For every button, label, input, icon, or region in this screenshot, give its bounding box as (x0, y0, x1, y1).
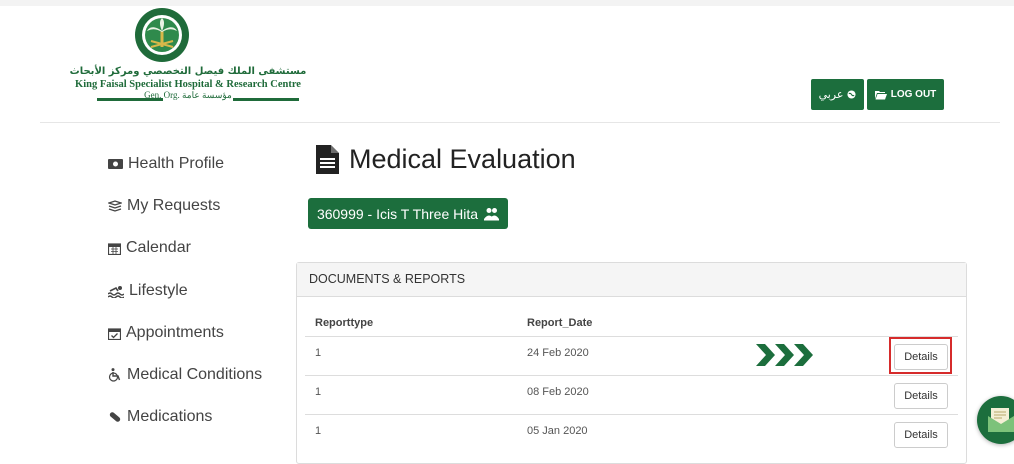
page-title: Medical Evaluation (316, 144, 576, 175)
sidebar-item-medications[interactable]: Medications (108, 403, 212, 431)
logo-english-text: King Faisal Specialist Hospital & Resear… (75, 79, 301, 90)
details-button[interactable]: Details (894, 383, 948, 409)
table-row: 1 08 Feb 2020 Details (305, 375, 958, 414)
sidebar-item-label: Lifestyle (129, 282, 188, 299)
cell-reporttype: 1 (315, 425, 322, 437)
column-header-report-date: Report_Date (527, 317, 593, 329)
hospital-logo-icon (135, 8, 189, 62)
chat-widget-button[interactable] (977, 396, 1014, 444)
sidebar-item-label: Medications (127, 408, 213, 425)
calendar-icon (108, 242, 121, 255)
logo-gen-text: Gen. Org. مؤسسة عامة (144, 90, 232, 100)
swimmer-icon (108, 285, 124, 298)
column-header-reporttype: Reporttype (315, 317, 374, 329)
language-button[interactable]: عربي (811, 79, 864, 110)
sidebar-item-health-profile[interactable]: Health Profile (108, 150, 224, 178)
cell-report-date: 05 Jan 2020 (527, 425, 588, 437)
sidebar-item-calendar[interactable]: Calendar (108, 234, 191, 262)
requests-icon (108, 199, 122, 212)
patient-selector-label: 360999 - Icis T Three Hita (316, 205, 479, 222)
cell-report-date: 08 Feb 2020 (527, 386, 589, 398)
details-highlight-box (889, 337, 952, 374)
globe-icon (847, 90, 856, 99)
sidebar-item-my-requests[interactable]: My Requests (108, 192, 220, 220)
logout-button-label: LOG OUT (890, 89, 937, 100)
triple-chevron-right-icon (756, 344, 813, 366)
sidebar-item-label: Appointments (126, 324, 224, 341)
panel-title: DOCUMENTS & REPORTS (297, 263, 966, 297)
table-row: 1 24 Feb 2020 Details (305, 336, 958, 375)
logo-gen-org: Gen. Org. مؤسسة عامة (57, 90, 319, 102)
patient-selector-button[interactable]: 360999 - Icis T Three Hita (308, 198, 508, 229)
users-icon (484, 207, 500, 220)
sidebar-item-lifestyle[interactable]: Lifestyle (108, 277, 188, 305)
document-icon (316, 145, 339, 174)
sidebar-item-appointments[interactable]: Appointments (108, 319, 224, 347)
calendar-check-icon (108, 327, 121, 340)
sidebar-item-label: Medical Conditions (127, 366, 263, 383)
logo-arabic-text: مستشفى الملك فيصل التخصصي ومركز الأبحاث (69, 66, 307, 77)
chat-envelope-icon (988, 408, 1014, 432)
cell-report-date: 24 Feb 2020 (527, 347, 589, 359)
cell-reporttype: 1 (315, 347, 322, 359)
wheelchair-icon (108, 368, 121, 382)
page-title-text: Medical Evaluation (349, 144, 576, 174)
logout-button[interactable]: LOG OUT (867, 79, 944, 110)
sidebar-item-medical-conditions[interactable]: Medical Conditions (108, 361, 262, 389)
sidebar-item-label: My Requests (127, 197, 221, 214)
cell-reporttype: 1 (315, 386, 322, 398)
folder-open-icon (874, 90, 887, 99)
language-button-label: عربي (818, 88, 844, 101)
sidebar-item-label: Health Profile (128, 155, 225, 172)
documents-panel: DOCUMENTS & REPORTS Reporttype Report_Da… (296, 262, 967, 464)
id-card-icon (108, 159, 123, 169)
details-button[interactable]: Details (894, 422, 948, 448)
pill-icon (109, 412, 121, 422)
table-row: 1 05 Jan 2020 Details (305, 414, 958, 453)
sidebar-item-label: Calendar (126, 239, 191, 256)
